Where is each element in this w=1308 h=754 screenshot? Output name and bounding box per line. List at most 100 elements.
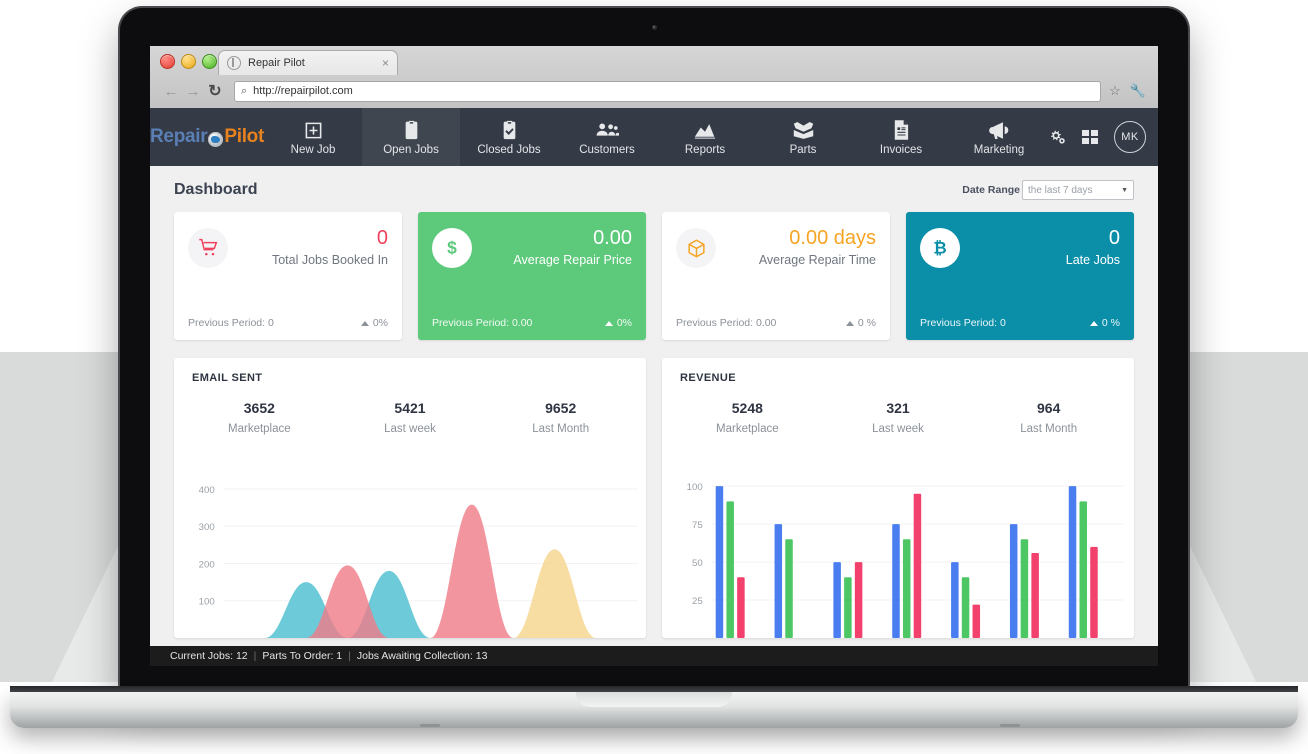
grid-apps-icon[interactable] — [1082, 129, 1099, 145]
megaphone-icon — [988, 120, 1011, 140]
date-range-control: Date Range the last 7 days ▼ — [962, 180, 1134, 200]
avatar[interactable]: MK — [1114, 121, 1147, 153]
close-tab-icon[interactable]: × — [382, 57, 389, 69]
forward-icon[interactable]: → — [182, 80, 204, 102]
kpi-icon-wrap: $ — [432, 228, 472, 268]
laptop-foot — [420, 724, 440, 727]
window-controls[interactable] — [160, 54, 217, 69]
kpi-footer: Previous Period: 0.00 0% — [432, 317, 632, 329]
svg-text:₿: ₿ — [933, 240, 946, 258]
address-bar[interactable]: ⌕ http://repairpilot.com — [234, 80, 1102, 102]
svg-text:75: 75 — [692, 520, 703, 530]
status-current-jobs: Current Jobs: 12 — [170, 650, 248, 662]
page-header: Dashboard Date Range the last 7 days ▼ — [150, 166, 1158, 206]
wrench-menu-icon[interactable]: 🔧 — [1130, 83, 1146, 99]
browser-tab-title: Repair Pilot — [248, 57, 305, 69]
search-icon: ⌕ — [241, 84, 248, 97]
svg-text:$: $ — [447, 238, 457, 258]
nav-label: Reports — [684, 144, 726, 156]
kpi-footer: Previous Period: 0 0% — [188, 317, 388, 329]
nav-item-reports[interactable]: Reports — [656, 108, 754, 166]
kpi-card-top: 0.00 days Average Repair Time — [662, 212, 890, 269]
area-chart-icon — [694, 120, 716, 140]
stat-last-month: 964 Last Month — [973, 400, 1124, 435]
kpi-text: 0.00 Average Repair Price — [472, 228, 632, 269]
kpi-previous-period: Previous Period: 0 — [920, 317, 1006, 329]
kpi-previous-period: Previous Period: 0.00 — [676, 317, 777, 329]
date-range-select[interactable]: the last 7 days ▼ — [1022, 180, 1134, 200]
nav-item-open-jobs[interactable]: Open Jobs — [362, 108, 461, 166]
gears-icon[interactable] — [1048, 129, 1066, 145]
chart-panel-row: EMAIL SENT 3652 Marketplace 5421 Last we… — [150, 340, 1158, 638]
nav-item-invoices[interactable]: Invoices — [852, 108, 950, 166]
svg-text:100: 100 — [687, 482, 703, 492]
stat-value: 3652 — [243, 400, 275, 416]
kpi-footer: Previous Period: 0 0 % — [920, 317, 1120, 329]
kpi-icon-wrap: ₿ — [920, 228, 960, 268]
kpi-text: 0 Late Jobs — [960, 228, 1120, 269]
reload-icon[interactable]: ↻ — [204, 80, 226, 102]
open-box-icon — [792, 120, 815, 140]
bar-chart: 25 50 75 100 — [662, 468, 1134, 638]
kpi-delta-value: 0 % — [1101, 317, 1120, 329]
stat-value: 9652 — [545, 400, 577, 416]
kpi-card-average-repair-price[interactable]: $ 0.00 Average Repair Price Previous Per… — [418, 212, 646, 340]
kpi-delta: 0% — [604, 317, 632, 329]
kpi-delta-value: 0 % — [857, 317, 876, 329]
kpi-label: Average Repair Time — [758, 253, 876, 267]
stat-marketplace: 5248 Marketplace — [672, 400, 823, 435]
minimize-window-icon[interactable] — [181, 54, 196, 69]
stat-label: Marketplace — [716, 423, 779, 435]
laptop-screen: Repair Pilot × ← → ↻ ⌕ http://repairpilo… — [150, 46, 1158, 666]
bitcoin-icon: ₿ — [933, 240, 946, 258]
kpi-card-late-jobs[interactable]: ₿ 0 Late Jobs Previous Period: 0 0 % — [906, 212, 1134, 340]
nav-item-customers[interactable]: Customers — [558, 108, 656, 166]
panel-revenue: REVENUE 5248 Marketplace 321 Last week 9… — [662, 358, 1134, 638]
browser-tab[interactable]: Repair Pilot × — [218, 50, 398, 75]
logo-text-repair: Repair — [150, 126, 208, 147]
status-jobs-awaiting-collection: Jobs Awaiting Collection: 13 — [356, 650, 488, 662]
kpi-delta: 0 % — [845, 317, 876, 329]
kpi-icon-wrap — [188, 228, 228, 268]
nav-item-marketing[interactable]: Marketing — [950, 108, 1048, 166]
bookmark-star-icon[interactable]: ☆ — [1109, 83, 1121, 99]
kpi-icon-wrap — [676, 228, 716, 268]
stat-value: 321 — [886, 400, 910, 416]
kpi-card-average-repair-time[interactable]: 0.00 days Average Repair Time Previous P… — [662, 212, 890, 340]
cube-box-icon — [687, 239, 705, 257]
clipboard-list-icon — [403, 120, 420, 140]
trend-up-icon — [360, 320, 369, 326]
stat-label: Last week — [872, 423, 924, 435]
svg-text:100: 100 — [199, 597, 215, 607]
nav-item-parts[interactable]: Parts — [754, 108, 852, 166]
chevron-down-icon: ▼ — [1121, 186, 1128, 194]
kpi-value: 0 — [1108, 227, 1120, 249]
kpi-card-total-jobs-booked-in[interactable]: 0 Total Jobs Booked In Previous Period: … — [174, 212, 402, 340]
nav-label: New Job — [290, 144, 336, 156]
kpi-delta: 0 % — [1089, 317, 1120, 329]
svg-text:200: 200 — [199, 560, 215, 570]
stat-value: 5248 — [731, 400, 763, 416]
nav-label: Marketing — [973, 144, 1025, 156]
nav-label: Parts — [789, 144, 817, 156]
close-window-icon[interactable] — [160, 54, 175, 69]
stat-value: 964 — [1037, 400, 1061, 416]
nav-label: Invoices — [879, 144, 923, 156]
nav-label: Customers — [579, 144, 635, 156]
stat-label: Last week — [384, 423, 436, 435]
date-range-value: the last 7 days — [1028, 184, 1093, 196]
kpi-label: Average Repair Price — [513, 253, 632, 267]
back-icon[interactable]: ← — [160, 80, 182, 102]
users-icon — [595, 120, 620, 140]
status-separator: | — [253, 650, 257, 662]
app-logo[interactable]: Repair Pilot — [150, 108, 264, 166]
kpi-value: 0.00 days — [789, 227, 876, 249]
logo-globe-icon — [208, 131, 224, 147]
stat-label: Marketplace — [228, 423, 291, 435]
maximize-window-icon[interactable] — [202, 54, 217, 69]
nav-item-new-job[interactable]: New Job — [264, 108, 362, 166]
logo-text-pilot: Pilot — [224, 126, 265, 147]
nav-item-closed-jobs[interactable]: Closed Jobs — [460, 108, 558, 166]
kpi-card-top: 0 Total Jobs Booked In — [174, 212, 402, 269]
kpi-value: 0.00 — [593, 227, 632, 249]
